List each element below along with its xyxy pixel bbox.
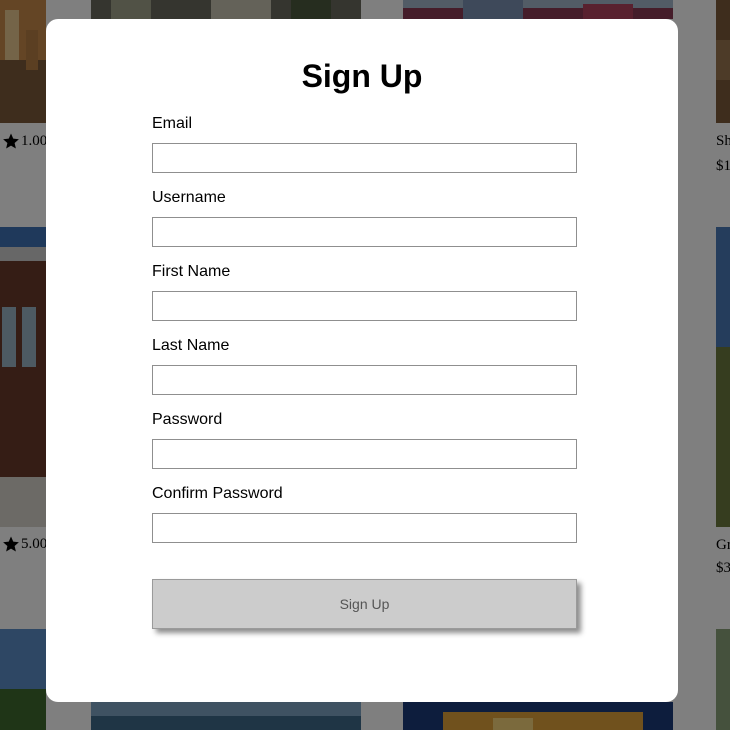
- sign-up-button[interactable]: Sign Up: [152, 579, 577, 629]
- modal-title: Sign Up: [301, 58, 423, 94]
- first-name-input[interactable]: [152, 291, 577, 321]
- first-name-field-group: First Name: [152, 261, 577, 335]
- username-field-group: Username: [152, 187, 577, 261]
- password-label: Password: [152, 411, 223, 428]
- signup-form: Email Username First Name Last Name Pass…: [152, 113, 577, 557]
- confirm-password-field-group: Confirm Password: [152, 483, 577, 557]
- first-name-label: First Name: [152, 263, 231, 280]
- last-name-field-group: Last Name: [152, 335, 577, 409]
- password-input[interactable]: [152, 439, 577, 469]
- email-input[interactable]: [152, 143, 577, 173]
- email-field-group: Email: [152, 113, 577, 187]
- username-input[interactable]: [152, 217, 577, 247]
- email-label: Email: [152, 115, 193, 132]
- confirm-password-label: Confirm Password: [152, 485, 283, 502]
- last-name-input[interactable]: [152, 365, 577, 395]
- confirm-password-input[interactable]: [152, 513, 577, 543]
- signup-modal: Sign Up Email Username First Name Last N…: [46, 19, 678, 702]
- password-field-group: Password: [152, 409, 577, 483]
- last-name-label: Last Name: [152, 337, 230, 354]
- username-label: Username: [152, 189, 226, 206]
